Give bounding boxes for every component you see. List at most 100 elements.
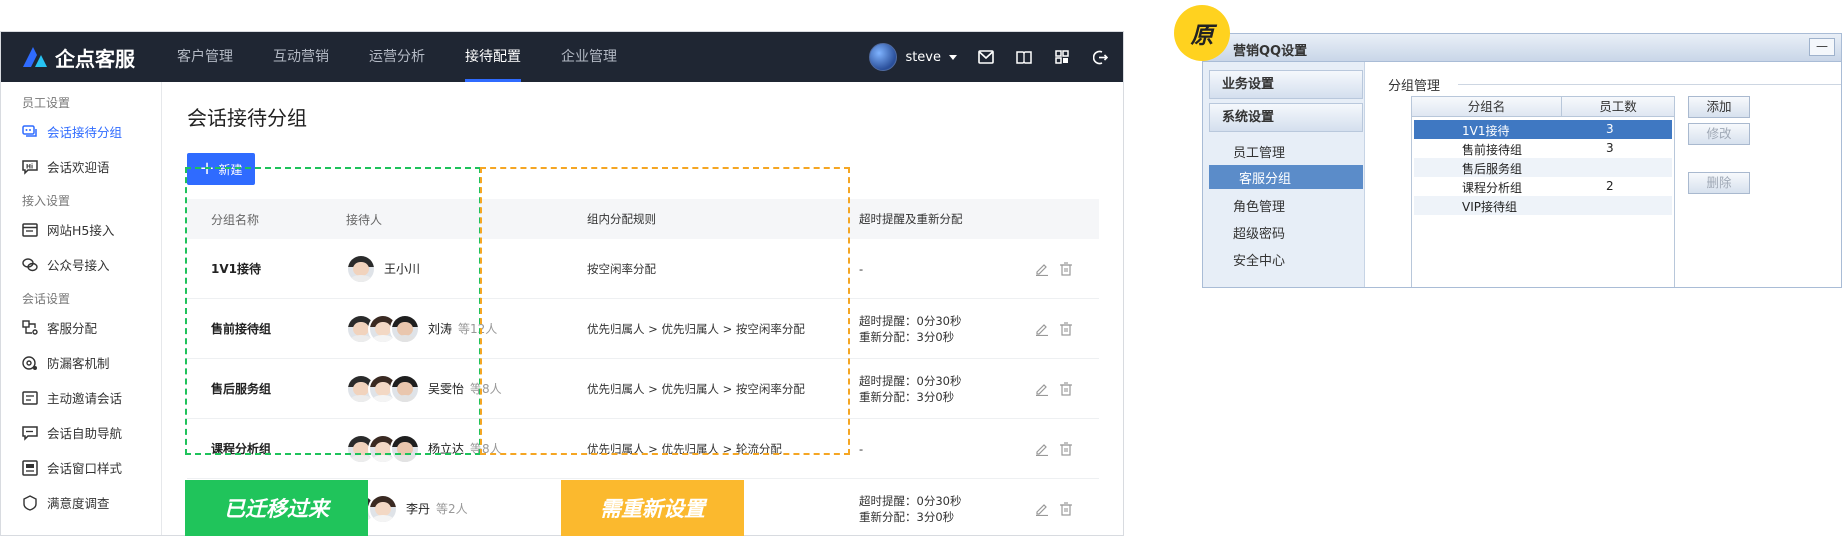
sidebar-item-wechat[interactable]: 公众号接入 (1, 247, 161, 282)
sidebar-group-access: 接入设置 (22, 194, 71, 208)
group-name-cell: 售后服务组 (211, 382, 272, 396)
delete-icon[interactable] (1059, 381, 1073, 396)
original-sidebar: 业务设置 系统设置 员工管理 客服分组 角色管理 超级密码 安全中心 (1203, 62, 1365, 287)
edit-icon[interactable] (1035, 502, 1049, 516)
sidebar-item-welcome[interactable]: Hi 会话欢迎语 (1, 149, 161, 184)
nav-marketing[interactable]: 互动营销 (261, 32, 341, 82)
migrated-tag: 已迁移过来 (185, 480, 368, 536)
apps-grid-icon[interactable] (1053, 48, 1071, 66)
sidebar-item-window-style[interactable]: 会话窗口样式 (1, 450, 161, 485)
original-item-selected[interactable]: 客服分组 (1209, 165, 1363, 189)
original-item-security[interactable]: 安全中心 (1233, 250, 1285, 269)
rule-cell: 按空闲率分配 (587, 261, 656, 276)
edit-button[interactable]: 修改 (1688, 123, 1750, 145)
book-icon[interactable] (1015, 48, 1033, 66)
web-window-icon (22, 222, 38, 237)
reception-name: 王小川 (384, 262, 421, 276)
table-row: 售前接待组 刘涛 等12人 优先归属人 > 优先归属人 > 按空闲率分配 超时提醒：0分… (187, 299, 1099, 359)
col-group-name: 分组名称 (211, 212, 260, 227)
row-actions (1035, 441, 1073, 456)
original-title-bar: 营销QQ设置 — (1203, 34, 1841, 62)
original-table-row[interactable]: 售后服务组 (1414, 158, 1672, 177)
sidebar-item-chat-groups[interactable]: 会话接待分组 (1, 114, 161, 149)
edit-icon[interactable] (1035, 322, 1049, 336)
reception-name: 刘涛 (428, 322, 453, 336)
original-table-row[interactable]: 售前接待组 3 (1414, 139, 1672, 158)
col-timeout: 超时提醒及重新分配 (859, 212, 963, 226)
mail-icon[interactable] (977, 48, 995, 66)
reset-tag: 需重新设置 (561, 480, 744, 536)
avatar-stack (346, 253, 378, 284)
sidebar-item-label: 主动邀请会话 (47, 391, 123, 406)
original-table-row[interactable]: 1V1接待 3 (1414, 120, 1672, 139)
nav-customer[interactable]: 客户管理 (165, 32, 245, 82)
sidebar-item-label: 客服分配 (47, 321, 98, 336)
reception-more-count: 等8人 (470, 442, 502, 456)
group-name-cell: 1V1接待 (211, 262, 261, 276)
add-button[interactable]: 添加 (1688, 96, 1750, 118)
sidebar-item-label: 会话接待分组 (47, 125, 123, 140)
delete-icon[interactable] (1059, 261, 1073, 276)
original-section-title: 分组管理 (1388, 79, 1441, 94)
col-reception: 接待人 (346, 212, 383, 227)
rule-cell: 优先归属人 > 优先归属人 > 按空闲率分配 (587, 321, 805, 336)
avatar (368, 493, 398, 524)
sidebar-item-invite[interactable]: 主动邀请会话 (1, 380, 161, 415)
edit-icon[interactable] (1035, 382, 1049, 396)
svg-text:Hi: Hi (26, 163, 33, 170)
table-row: 1V1接待 王小川 按空闲率分配 - (187, 239, 1099, 299)
delete-icon[interactable] (1059, 321, 1073, 336)
original-row-count: 3 (1606, 122, 1614, 136)
sidebar-item-web-h5[interactable]: 网站H5接入 (1, 212, 161, 247)
reception-more-count: 等2人 (436, 502, 468, 516)
delete-icon[interactable] (1059, 501, 1073, 516)
avatar (390, 373, 420, 404)
delete-button[interactable]: 删除 (1688, 172, 1750, 194)
reception-cell: 王小川 (346, 253, 421, 284)
timeout-cell: - (859, 261, 863, 277)
original-app-window: 营销QQ设置 — 业务设置 系统设置 员工管理 客服分组 角色管理 超级密码 安… (1202, 33, 1842, 288)
edit-icon[interactable] (1035, 262, 1049, 276)
nav-reception-config[interactable]: 接待配置 (453, 32, 533, 82)
original-cat-system[interactable]: 系统设置 (1209, 103, 1363, 132)
original-item-roles[interactable]: 角色管理 (1233, 196, 1285, 215)
shield-chat-icon (22, 355, 37, 370)
group-name-cell: 售前接待组 (211, 322, 272, 336)
col-rule: 组内分配规则 (587, 212, 656, 226)
original-cat-business[interactable]: 业务设置 (1209, 70, 1363, 99)
user-menu[interactable]: steve (869, 43, 957, 71)
avatar-stack (346, 373, 422, 404)
row-actions (1035, 261, 1073, 276)
nav-analytics[interactable]: 运营分析 (357, 32, 437, 82)
new-group-button[interactable]: + 新建 (187, 153, 255, 185)
sidebar-item-distribute[interactable]: 客服分配 (1, 310, 161, 345)
original-table-row[interactable]: VIP接待组 (1414, 196, 1672, 215)
original-window-title: 营销QQ设置 (1233, 44, 1308, 59)
timeout-line: 重新分配：3分0秒 (859, 389, 955, 404)
sidebar-item-self-nav[interactable]: 会话自助导航 (1, 415, 161, 450)
sidebar-item-label: 会话自助导航 (47, 426, 123, 441)
original-main: 分组管理 分组名 员工数 1V1接待 3 售前接待组 3 售后服务组 课程分析组 2 VIP接… (1366, 62, 1841, 287)
original-col-count: 员工数 (1562, 97, 1674, 117)
nav-enterprise[interactable]: 企业管理 (549, 32, 629, 82)
brand-logo[interactable]: 企点客服 (21, 42, 135, 72)
original-table-row[interactable]: 课程分析组 2 (1414, 177, 1672, 196)
original-item-staff[interactable]: 员工管理 (1233, 142, 1285, 161)
original-row-count: 2 (1606, 179, 1614, 193)
logout-icon[interactable] (1091, 48, 1109, 66)
minimize-button[interactable]: — (1809, 38, 1835, 56)
sidebar: 员工设置 会话接待分组 Hi 会话欢迎语 接入设置 网站H5接入 公众号接入 会… (1, 82, 162, 535)
distribute-icon (22, 319, 38, 335)
edit-icon[interactable] (1035, 442, 1049, 456)
timeout-line: 超时提醒：0分30秒 (859, 493, 962, 508)
original-section-divider (1458, 84, 1841, 85)
delete-icon[interactable] (1059, 441, 1073, 456)
avatar-stack (346, 313, 422, 344)
plus-icon: + (199, 158, 215, 179)
sidebar-item-anti-leak[interactable]: 防漏客机制 (1, 345, 161, 380)
reception-name: 杨立达 (428, 442, 465, 456)
sidebar-item-survey[interactable]: 满意度调查 (1, 485, 161, 520)
original-item-super-pwd[interactable]: 超级密码 (1233, 223, 1285, 242)
table-row: 售后服务组 吴雯怡 等8人 优先归属人 > 优先归属人 > 按空闲率分配 超时提醒：0分… (187, 359, 1099, 419)
sidebar-item-label: 防漏客机制 (47, 356, 110, 371)
